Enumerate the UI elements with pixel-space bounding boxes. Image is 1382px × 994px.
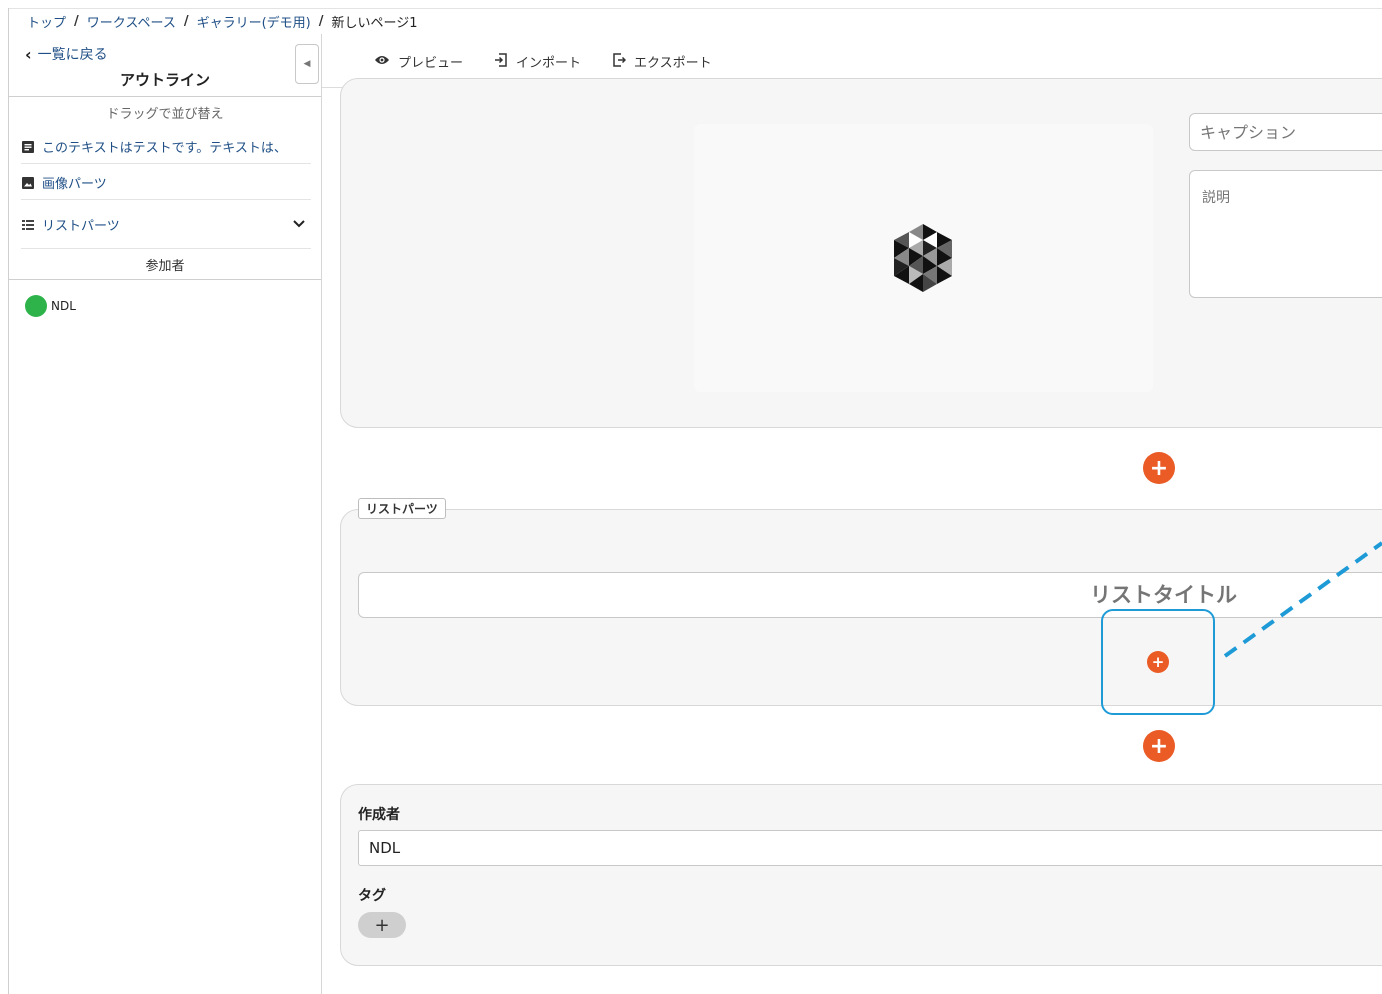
frame-top-border [8,8,1382,9]
breadcrumb-separator: / [74,13,79,29]
image-part-panel [340,78,1382,428]
chevron-down-icon[interactable] [293,217,305,232]
author-input[interactable] [358,830,1382,866]
list-part-legend: リストパーツ [358,498,446,519]
list-icon [21,218,34,231]
breadcrumb-current: 新しいページ1 [331,15,418,31]
import-label: インポート [516,56,582,71]
outline-item-label: このテキストはテストです。テキストは、 [42,141,287,156]
divider [21,199,311,200]
breadcrumb-workspace[interactable]: ワークスペース [87,12,176,31]
highlight-annotation-box [1101,609,1215,715]
preview-button[interactable]: プレビュー [374,52,463,71]
image-upload-area[interactable] [694,124,1153,392]
chevron-left-icon: ‹ [25,44,32,64]
metadata-panel [340,784,1382,966]
list-title-input[interactable] [358,572,1382,618]
outline-item-text[interactable]: このテキストはテストです。テキストは、 [21,137,311,156]
preview-label: プレビュー [398,56,464,71]
description-input[interactable] [1189,170,1382,298]
editor-content: + リストパーツ + + 作成者 タグ + [322,78,1382,994]
add-part-button[interactable]: + [1143,730,1175,762]
author-label: 作成者 [358,807,400,823]
participant-status-dot [25,295,47,317]
plus-icon: + [1149,455,1169,481]
add-tag-button[interactable]: + [358,912,406,938]
logo-image [894,224,952,292]
text-icon [21,140,34,153]
outline-title: アウトライン [119,71,210,89]
breadcrumb-gallery[interactable]: ギャラリー(デモ用) [197,12,311,31]
breadcrumb-separator: / [183,13,189,29]
import-button[interactable]: インポート [494,52,581,71]
outline-item-list[interactable]: リストパーツ [21,215,311,234]
outline-item-label: 画像パーツ [42,177,107,192]
breadcrumb-separator: / [318,13,324,29]
import-icon [494,52,508,71]
tag-label: タグ [358,888,386,904]
divider [9,279,321,280]
outline-item-label: リストパーツ [42,219,120,234]
divider [21,163,311,164]
outline-item-image[interactable]: 画像パーツ [21,173,311,192]
export-button[interactable]: エクスポート [612,52,712,71]
export-label: エクスポート [634,56,712,71]
back-to-list-link[interactable]: ‹ 一覧に戻る [25,44,108,64]
divider [21,248,311,249]
image-icon [21,176,34,189]
breadcrumb-top[interactable]: トップ [27,12,66,31]
eye-icon [374,54,390,70]
add-part-button[interactable]: + [1143,452,1175,484]
participant-name: NDL [51,299,76,313]
plus-icon: + [374,914,390,936]
breadcrumb: トップ / ワークスペース / ギャラリー(デモ用) / 新しいページ1 [27,12,418,31]
caret-left-icon: ◀ [303,59,311,69]
divider [9,96,321,97]
back-to-list-label: 一覧に戻る [37,47,108,63]
drag-hint: ドラッグで並び替え [106,107,224,122]
sidebar: ‹ 一覧に戻る ◀ アウトライン ドラッグで並び替え このテキストはテストです。… [9,34,322,994]
caption-input[interactable] [1189,113,1382,151]
plus-icon: + [1149,733,1169,759]
participant: NDL [25,295,76,317]
participants-title: 参加者 [145,259,185,274]
export-icon [612,52,627,71]
